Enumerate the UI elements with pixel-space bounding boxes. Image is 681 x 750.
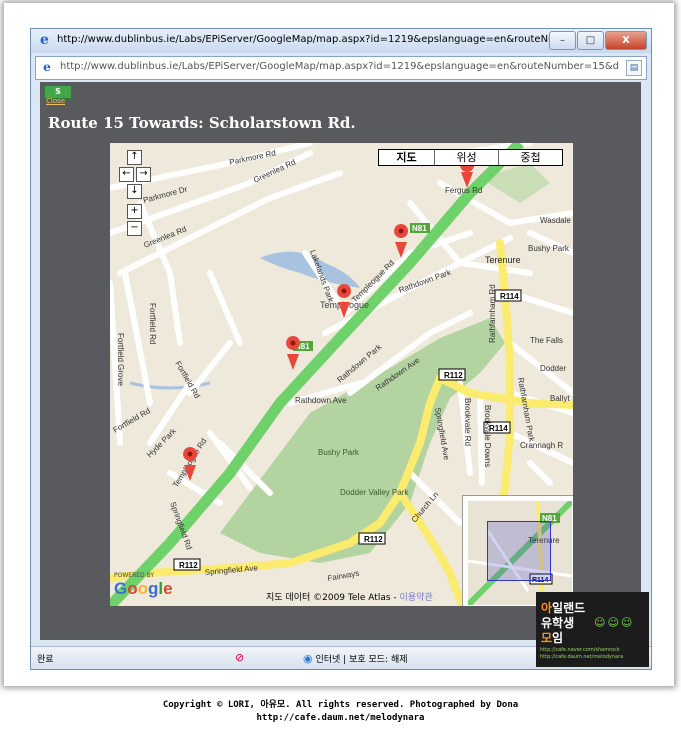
- map-type-satellite[interactable]: 위성: [435, 150, 499, 165]
- label-greenlea-rd: Greenlea Rd: [252, 157, 297, 184]
- title-bar: e http://www.dublinbus.ie/Labs/EPiServer…: [31, 29, 651, 53]
- zoom-out-button[interactable]: −: [127, 221, 142, 236]
- pan-right-icon[interactable]: →: [136, 167, 151, 182]
- label-cranagh-rd: Crannagh R: [520, 441, 563, 450]
- overview-map[interactable]: N81 Terenure R114: [462, 495, 573, 606]
- label-templeogue-rd-bottom: Templeogue Rd: [171, 437, 208, 489]
- watermark-badge: 아일랜드 유학생 모임 ☺☺☺ http://cafe.naver.com/sh…: [536, 592, 649, 667]
- label-fortfield-rd: Fortfield Rd: [148, 303, 157, 344]
- overview-viewport[interactable]: [487, 521, 551, 581]
- address-url[interactable]: http://www.dublinbus.ie/Labs/EPiServer/G…: [60, 61, 620, 72]
- watermark-url-2: http://cafe.daum.net/melodynara: [540, 654, 624, 660]
- shield-r112-b: R112: [364, 535, 383, 544]
- map-copyright: 지도 데이터 ©2009 Tele Atlas - 이용약관: [266, 593, 433, 603]
- label-ballyt: Ballyt: [550, 394, 570, 403]
- map-type-hybrid[interactable]: 중첩: [499, 150, 562, 165]
- label-brookvale-rd: Brookvale Rd: [463, 398, 472, 446]
- terms-link[interactable]: 이용약관: [400, 593, 433, 603]
- pan-down-icon[interactable]: ↓: [127, 184, 142, 199]
- google-logo[interactable]: Google: [114, 579, 173, 599]
- shield-r112-a: R112: [444, 371, 463, 380]
- shield-r112-c: R112: [179, 561, 198, 570]
- address-bar[interactable]: e http://www.dublinbus.ie/Labs/EPiServer…: [35, 56, 647, 80]
- shield-n81-a: N81: [412, 224, 427, 233]
- status-text: 완료: [37, 655, 54, 665]
- powered-by-label: POWERED BY: [114, 572, 155, 579]
- speech-bubbles-icon: ☺☺☺: [594, 616, 635, 629]
- label-terenure: Terenure: [485, 255, 521, 265]
- security-zone[interactable]: ◉ 인터넷 | 보호 모드: 해제: [303, 652, 408, 665]
- map-type-map[interactable]: 지도: [379, 150, 435, 165]
- window-title: http://www.dublinbus.ie/Labs/EPiServer/G…: [57, 34, 557, 45]
- maximize-button[interactable]: □: [577, 31, 604, 50]
- page-icon: e: [43, 60, 51, 74]
- label-dodder: Dodder: [540, 364, 567, 373]
- label-rathdown-ave-2: Rathdown Ave: [295, 396, 347, 405]
- label-rathfarnham-park: Rathfarnham Park: [516, 377, 536, 443]
- watermark-url-1: http://cafe.naver.com/shamrock: [540, 647, 620, 653]
- browser-window: e http://www.dublinbus.ie/Labs/EPiServer…: [30, 28, 652, 670]
- label-bushy-park-rd: Bushy Park: [528, 244, 570, 253]
- page-content: S Close Route 15 Towards: Scholarstown R…: [40, 82, 641, 640]
- close-button[interactable]: X: [605, 31, 647, 50]
- label-bushy-park: Bushy Park: [318, 448, 360, 457]
- pan-left-icon[interactable]: ←: [119, 167, 134, 182]
- window-controls: – □ X: [548, 31, 647, 50]
- pan-up-icon[interactable]: ↑: [127, 150, 142, 165]
- ie-icon: e: [40, 32, 49, 48]
- label-springfield-ave-2: Springfield Ave: [433, 407, 451, 462]
- zoom-in-button[interactable]: +: [127, 204, 142, 219]
- label-parkmore-rd: Parkmore Rd: [229, 148, 277, 167]
- label-wasdale: Wasdale: [540, 216, 571, 225]
- footer-copyright: Copyright © LORI, 아유모. All rights reserv…: [162, 700, 519, 710]
- minimize-button[interactable]: –: [549, 31, 576, 50]
- label-parkmore-dr: Parkmore Dr: [142, 184, 188, 205]
- label-brookvale-downs: Brookvale Downs: [483, 405, 492, 467]
- label-fairways: Fairways: [327, 569, 360, 583]
- route-map[interactable]: R114 R114 R112 R112 R112 N81 N81 Parkmor…: [110, 143, 573, 606]
- label-rathfarnham-rd: Rathfarnham Rd: [488, 284, 497, 343]
- page-status-icon[interactable]: ▤: [626, 60, 642, 76]
- label-fergus-rd: Fergus Rd: [445, 186, 482, 195]
- security-icon: ⊘: [235, 651, 245, 664]
- streetview-link[interactable]: Close: [46, 97, 65, 105]
- shield-r114-a: R114: [500, 292, 519, 301]
- label-fortfield-grove: Fortfield Grove: [116, 333, 125, 386]
- label-dodder-valley-park: Dodder Valley Park: [340, 488, 409, 497]
- label-the-falls: The Falls: [530, 336, 563, 345]
- footer-url: http://cafe.daum.net/melodynara: [256, 713, 425, 723]
- map-type-control: 지도 위성 중첩: [378, 149, 563, 166]
- route-title: Route 15 Towards: Scholarstown Rd.: [48, 114, 356, 132]
